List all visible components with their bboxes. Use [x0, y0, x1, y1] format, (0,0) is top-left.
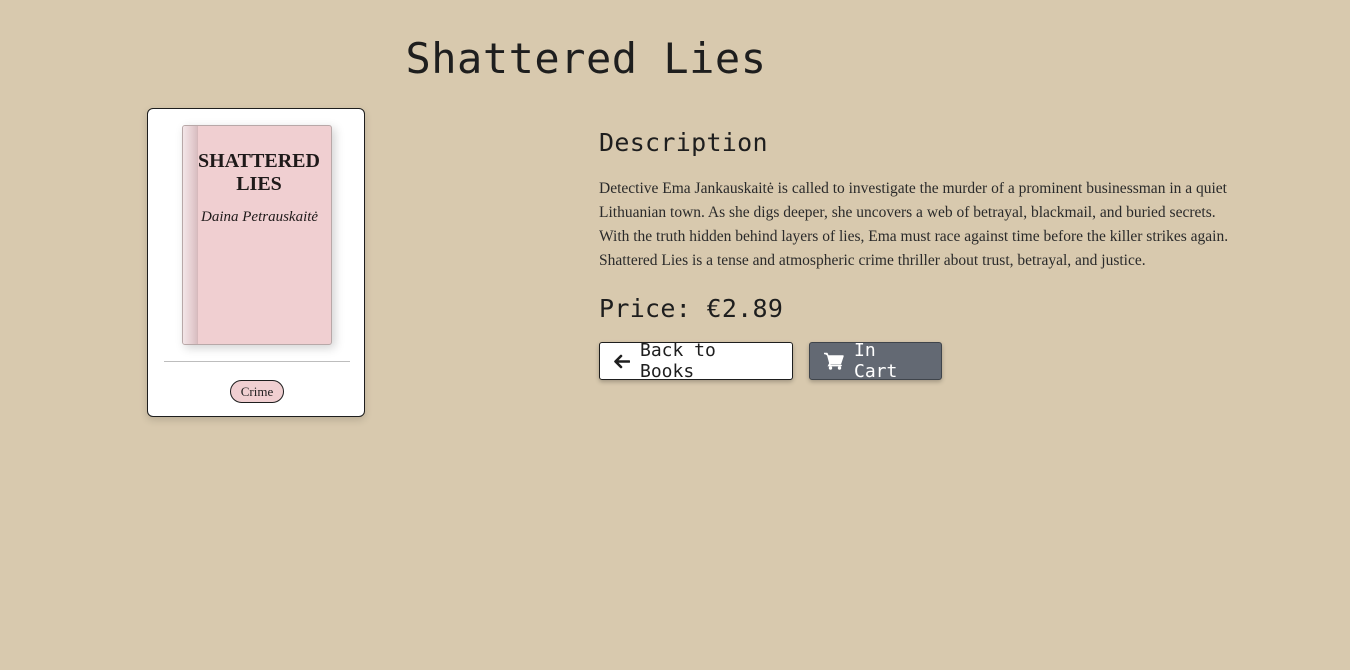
- price-value: €2.89: [706, 294, 784, 323]
- cover-author: Daina Petrauskaitė: [201, 209, 319, 225]
- in-cart-button[interactable]: In Cart: [809, 340, 942, 382]
- back-to-books-button[interactable]: Back to Books: [599, 340, 793, 382]
- description-heading: Description: [599, 128, 768, 157]
- cover-title: Shattered Lies: [198, 150, 320, 195]
- price: Price: €2.89: [599, 294, 783, 323]
- genre-badge[interactable]: Crime: [230, 380, 284, 403]
- price-label: Price:: [599, 294, 692, 323]
- arrow-left-icon: [613, 354, 630, 369]
- shopping-cart-icon: [823, 352, 844, 370]
- book-spine: [183, 126, 198, 344]
- in-cart-label: In Cart: [854, 340, 898, 382]
- page-title: Shattered Lies: [405, 34, 767, 83]
- back-to-books-label: Back to Books: [640, 340, 716, 382]
- book-cover: Shattered Lies Daina Petrauskaitė: [182, 125, 332, 345]
- description-text: Detective Ema Jankauskaitė is called to …: [599, 180, 1229, 269]
- book-card: Shattered Lies Daina Petrauskaitė Crime: [147, 108, 365, 417]
- card-divider: [164, 361, 350, 362]
